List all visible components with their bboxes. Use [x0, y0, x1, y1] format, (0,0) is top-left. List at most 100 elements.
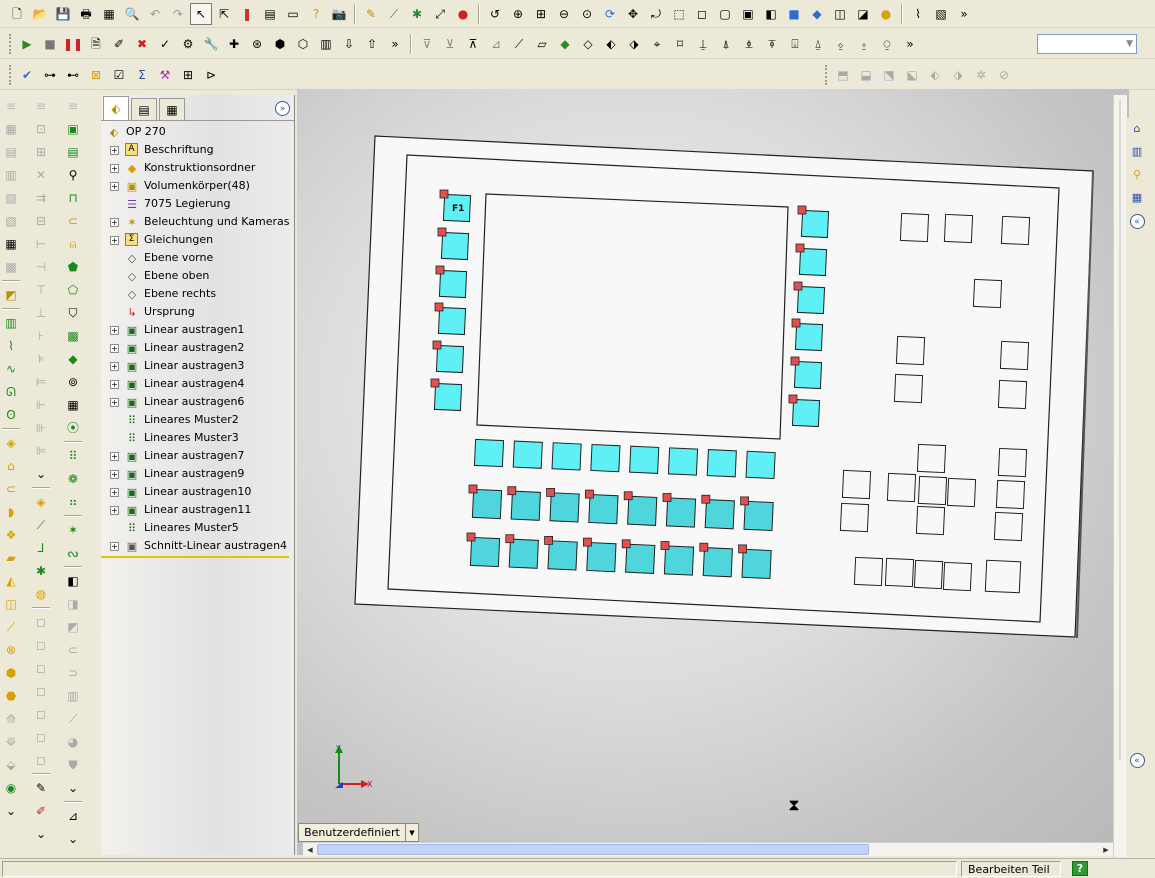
expand-icon[interactable]: + [110, 344, 119, 353]
save-icon[interactable]: 💾 [52, 3, 74, 25]
tree-item[interactable]: + ▣ Linear austragen1 [101, 321, 294, 339]
view-5-icon[interactable]: ⬖ [924, 64, 946, 86]
v3-fillet-icon[interactable]: ⊂ [62, 210, 84, 232]
redo-icon[interactable]: ↷ [167, 3, 189, 25]
v1-s-icon[interactable]: ⬣ [0, 685, 22, 707]
tree-item[interactable]: ☰ 7075 Legierung [101, 195, 294, 213]
sketch-icon[interactable]: ✎ [360, 3, 382, 25]
scroll-thumb[interactable] [317, 844, 869, 855]
v1-m-icon[interactable]: ▰ [0, 547, 22, 569]
task-pane-expand-icon[interactable]: « [1129, 753, 1145, 768]
tree-item[interactable]: + ▣ Linear austragen3 [101, 357, 294, 375]
configuration-manager-tab-icon[interactable]: ▦ [159, 98, 185, 120]
tree-item[interactable]: ◇ Ebene vorne [101, 249, 294, 267]
v2-y-icon[interactable]: ◻ [30, 726, 52, 748]
filter-cosmetic-icon[interactable]: ⍕ [761, 33, 783, 55]
v3-scale-icon[interactable]: ▦ [62, 394, 84, 416]
tree-item[interactable]: + ▣ Linear austragen10 [101, 483, 294, 501]
v1-a-icon[interactable]: ▦ [0, 118, 22, 140]
v2-p-icon[interactable]: ◈ [30, 491, 52, 513]
wireframe-icon[interactable]: ◻ [691, 3, 713, 25]
tree-item[interactable]: ⠿ Lineares Muster5 [101, 519, 294, 537]
realview-icon[interactable]: ● [875, 3, 897, 25]
shaded-with-edges-icon[interactable]: ◧ [760, 3, 782, 25]
select-arrow-icon[interactable]: ↖ [190, 3, 212, 25]
v2-o-icon[interactable]: ⊫ [30, 440, 52, 462]
stop-macro-icon[interactable]: ■ [39, 33, 61, 55]
v3-e-icon[interactable]: ⊃ [62, 662, 84, 684]
undo-icon[interactable]: ↶ [144, 3, 166, 25]
tree-root[interactable]: ⬖ OP 270 [101, 123, 294, 141]
expand-icon[interactable]: + [110, 146, 119, 155]
v1-c-icon[interactable]: ▥ [0, 164, 22, 186]
view-4-icon[interactable]: ⬕ [901, 64, 923, 86]
tree-item[interactable]: + ▣ Linear austragen7 [101, 447, 294, 465]
v3-more-2-icon[interactable]: ⌄ [62, 828, 84, 850]
v3-extrude-icon[interactable]: ▣ [62, 118, 84, 140]
shaded-icon[interactable]: ■ [783, 3, 805, 25]
feature-tree-tab-icon[interactable]: ⬖ [103, 96, 129, 120]
v2-u-icon[interactable]: ◻ [30, 634, 52, 656]
shadows-icon[interactable]: ◆ [806, 3, 828, 25]
filter-toggle-icon[interactable]: ⍜ [876, 33, 898, 55]
v1-j-icon[interactable]: ⊂ [0, 478, 22, 500]
section-view-icon[interactable]: ◫ [829, 3, 851, 25]
v1-table-icon[interactable]: ▦ [0, 233, 22, 255]
v3-linear-pattern-icon[interactable]: ⠿ [62, 445, 84, 467]
v1-more-icon[interactable]: ⌄ [0, 800, 22, 822]
v3-c-icon[interactable]: ◩ [62, 616, 84, 638]
v1-helix-icon[interactable]: ᘏ [0, 381, 22, 403]
print-icon[interactable]: 🖶 [75, 3, 97, 25]
v3-d-icon[interactable]: ⊂ [62, 639, 84, 661]
v1-v-icon[interactable]: ⬙ [0, 754, 22, 776]
v2-e-icon[interactable]: ⊟ [30, 210, 52, 232]
filter-hole-icon[interactable]: ⍙ [807, 33, 829, 55]
v1-n-icon[interactable]: ◭ [0, 570, 22, 592]
mass-properties-icon[interactable]: ⬢ [269, 33, 291, 55]
expand-icon[interactable]: + [110, 218, 119, 227]
collapse-panel-icon[interactable]: » [275, 101, 290, 116]
new-macro-icon[interactable]: 🗎 [85, 33, 107, 55]
zoom-selection-icon[interactable]: ⊙ [576, 3, 598, 25]
perspective-icon[interactable]: ◪ [852, 3, 874, 25]
v1-f-icon[interactable]: ▩ [0, 256, 22, 278]
filter-sketch-icon[interactable]: ◇ [577, 33, 599, 55]
filter-points-icon[interactable]: ◆ [554, 33, 576, 55]
tree-item[interactable]: + ◆ Konstruktionsordner [101, 159, 294, 177]
expand-icon[interactable]: + [110, 164, 119, 173]
tree-item[interactable]: + ▣ Linear austragen2 [101, 339, 294, 357]
v2-pencil-icon[interactable]: ✐ [30, 800, 52, 822]
property-manager-tab-icon[interactable]: ▤ [131, 98, 157, 120]
chevron-down-icon[interactable]: ▼ [406, 823, 419, 842]
view-selector[interactable]: Benutzerdefiniert ▼ [298, 823, 420, 842]
v1-coil-icon[interactable]: ʘ [0, 404, 22, 426]
run-macro-icon[interactable]: ▶ [16, 33, 38, 55]
zoom-fit-icon[interactable]: ⊕ [507, 3, 529, 25]
scroll-left-icon[interactable]: ◀ [304, 844, 316, 855]
v2-k-icon[interactable]: ⊧ [30, 348, 52, 370]
v2-b-icon[interactable]: ⊞ [30, 141, 52, 163]
configuration-combo[interactable]: ▼ [1037, 34, 1137, 54]
v1-extrude-icon[interactable]: ▥ [0, 312, 22, 334]
v1-w-icon[interactable]: ◉ [0, 777, 22, 799]
tile-windows-icon[interactable]: ▤ [259, 3, 281, 25]
expand-icon[interactable]: + [110, 380, 119, 389]
v2-a-icon[interactable]: ⊡ [30, 118, 52, 140]
expand-icon[interactable]: + [110, 542, 119, 551]
view-7-icon[interactable]: ✲ [970, 64, 992, 86]
new-document-icon[interactable]: 🗋 [6, 3, 28, 25]
tree-item[interactable]: + ▣ Linear austragen9 [101, 465, 294, 483]
v3-curves-icon[interactable]: ᔓ [62, 542, 84, 564]
v2-z-icon[interactable]: ◻ [30, 749, 52, 771]
surface-finish-icon[interactable]: ☑ [108, 64, 130, 86]
smart-dimension-icon[interactable]: ⤢ [429, 3, 451, 25]
tree-item[interactable]: ◇ Ebene rechts [101, 285, 294, 303]
v2-f-icon[interactable]: ⊢ [30, 233, 52, 255]
v1-r-icon[interactable]: ⬢ [0, 662, 22, 684]
previous-view-icon[interactable]: ↺ [484, 3, 506, 25]
smart-dim-icon[interactable]: ⊶ [39, 64, 61, 86]
v3-dome-icon[interactable]: ◆ [62, 348, 84, 370]
tree-item[interactable]: ↳ Ursprung [101, 303, 294, 321]
v3-f-icon[interactable]: ▥ [62, 685, 84, 707]
datum-feature-icon[interactable]: ⊞ [177, 64, 199, 86]
